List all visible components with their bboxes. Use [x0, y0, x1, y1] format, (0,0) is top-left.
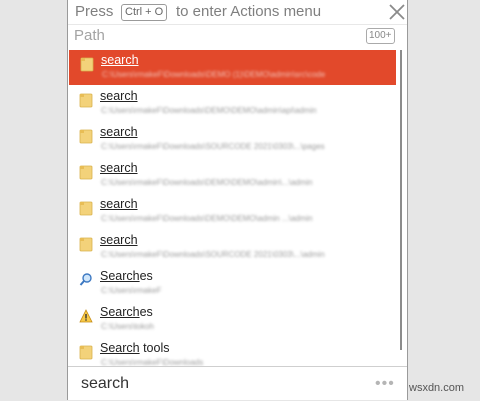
result-name-match: Search: [100, 305, 140, 319]
result-name: Searches: [100, 305, 153, 319]
result-name: search: [100, 197, 138, 211]
result-name: Search tools: [100, 341, 170, 355]
folder-icon: [79, 344, 93, 360]
result-name-match: search: [100, 89, 138, 103]
search-box[interactable]: search •••: [68, 366, 407, 401]
watermark: wsxdn.com: [409, 382, 465, 394]
result-item[interactable]: Searches C:\Users\tokoh: [68, 302, 396, 337]
result-path: C:\Users\rmakeF\Downloads\DEMO\DEMO\admi…: [101, 214, 313, 223]
result-path: C:\Users\rmakeF\Downloads\DEMO\DEMO\admi…: [101, 178, 313, 187]
result-path: C:\Users\rmakeF\Downloads\SOURCODE 2021\…: [101, 250, 325, 259]
folder-icon: [79, 200, 93, 216]
result-name: search: [100, 161, 138, 175]
result-item[interactable]: search C:\Users\rmakeF\Downloads\DEMO\DEM…: [68, 194, 396, 229]
result-name: Searches: [100, 269, 153, 283]
result-name-match: search: [100, 125, 138, 139]
result-name-match: search: [101, 53, 139, 67]
result-item[interactable]: search C:\Users\rmakeF\Downloads\DEMO\DEM…: [68, 158, 396, 193]
actions-hint-text: to enter Actions menu: [176, 3, 322, 20]
result-item[interactable]: Searches C:\Users\rmakeF: [68, 266, 396, 301]
more-options-button[interactable]: •••: [375, 375, 395, 393]
result-name-match: Search: [100, 269, 140, 283]
result-name-match: Search: [100, 341, 140, 355]
result-path: C:\Users\rmakeF: [101, 286, 162, 295]
result-name-suffix: es: [139, 269, 153, 283]
shortcut-key: Ctrl + O: [121, 4, 168, 21]
result-name-match: search: [100, 233, 138, 247]
warning-icon: [79, 308, 93, 324]
folder-icon: [80, 56, 94, 72]
result-path: C:\Users\tokoh: [101, 322, 154, 331]
result-item[interactable]: search C:\Users\rmakeF\Downloads\DEMO\DEM…: [68, 86, 396, 121]
press-text: Press: [75, 3, 114, 20]
launcher-panel: Press Ctrl + O to enter Actions menu Pat…: [67, 0, 408, 400]
result-name-match: search: [100, 161, 138, 175]
scrollbar[interactable]: [397, 50, 405, 360]
path-header: Path 100+: [68, 24, 407, 47]
folder-icon: [79, 92, 93, 108]
result-name-suffix: tools: [139, 341, 170, 355]
search-input[interactable]: search: [81, 375, 129, 393]
magnifier-icon: [79, 272, 93, 288]
path-label: Path: [74, 27, 105, 44]
folder-icon: [79, 236, 93, 252]
result-count-badge: 100+: [366, 28, 395, 44]
result-item[interactable]: search C:\Users\rmakeF\Downloads\DEMO (1)…: [69, 50, 396, 85]
scrollbar-thumb[interactable]: [400, 50, 402, 350]
result-path: C:\Users\rmakeF\Downloads\DEMO (1)\DEMO\…: [102, 70, 326, 79]
result-name: search: [100, 89, 138, 103]
folder-icon: [79, 128, 93, 144]
actions-hint-bar: Press Ctrl + O to enter Actions menu: [75, 2, 405, 22]
result-item[interactable]: search C:\Users\rmakeF\Downloads\SOURCODE…: [68, 230, 396, 265]
result-name: search: [100, 233, 138, 247]
result-path: C:\Users\rmakeF\Downloads\DEMO\DEMO\admi…: [101, 106, 317, 115]
result-name-match: search: [100, 197, 138, 211]
result-path: C:\Users\rmakeF\Downloads\SOURCODE 2021\…: [101, 142, 325, 151]
close-icon[interactable]: [388, 3, 406, 21]
result-name: search: [100, 125, 138, 139]
result-name-suffix: es: [139, 305, 153, 319]
result-name: search: [101, 53, 139, 67]
folder-icon: [79, 164, 93, 180]
result-item[interactable]: search C:\Users\rmakeF\Downloads\SOURCODE…: [68, 122, 396, 157]
